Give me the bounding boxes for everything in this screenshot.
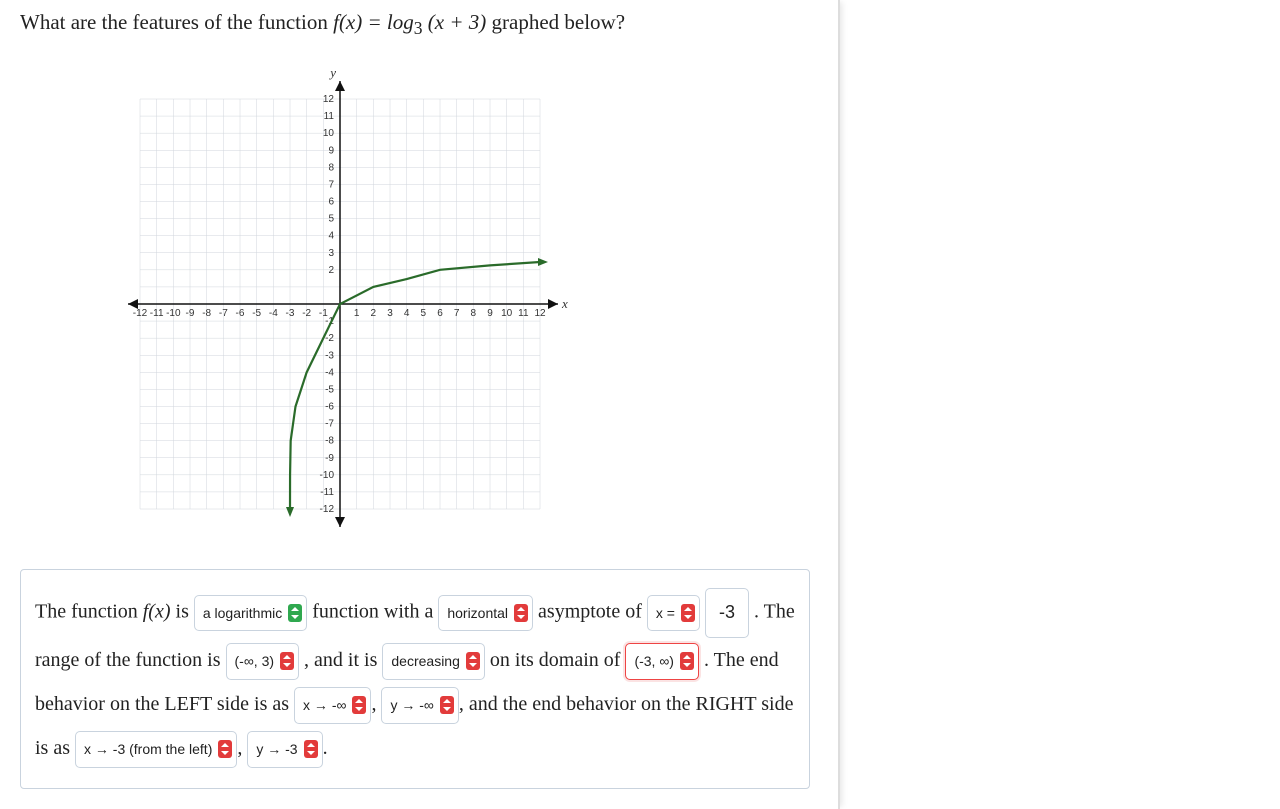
svg-text:12: 12 (534, 308, 546, 319)
svg-text:8: 8 (328, 163, 334, 174)
answer-box: The function f(x) is a logarithmic funct… (20, 569, 810, 789)
select-domain[interactable]: (-3, ∞) (625, 643, 699, 680)
select-function-type[interactable]: a logarithmic (194, 595, 307, 632)
ans-t3d: , (237, 737, 247, 759)
select-range[interactable]: (-∞, 3) (226, 643, 300, 680)
ans-t3e: . (323, 737, 328, 759)
stepper-icon[interactable] (218, 740, 232, 758)
stepper-icon[interactable] (440, 696, 454, 714)
ans-t2c: on its domain of (490, 649, 626, 671)
stepper-icon[interactable] (514, 604, 528, 622)
q-fn-lhs: f(x) = log (333, 10, 414, 34)
svg-text:12: 12 (323, 94, 335, 105)
select-left-x[interactable]: x → -∞ (294, 687, 371, 724)
select-value: x → -∞ (303, 690, 346, 721)
select-value: x → -3 (from the left) (84, 734, 212, 765)
ans-t1b: is (171, 601, 194, 623)
select-value: (-3, ∞) (634, 646, 674, 677)
svg-text:3: 3 (387, 308, 393, 319)
ans-t2b: , and it is (304, 649, 382, 671)
svg-text:5: 5 (421, 308, 427, 319)
svg-text:5: 5 (328, 214, 334, 225)
graph: -12-11-10-9-8-7-6-5-4-3-2-11234567891011… (110, 69, 818, 539)
select-left-y[interactable]: y → -∞ (381, 687, 458, 724)
select-asymptote-eq[interactable]: x = (647, 595, 700, 632)
select-right-y[interactable]: y → -3 (247, 731, 322, 768)
svg-text:11: 11 (518, 308, 529, 319)
page: What are the features of the function f(… (0, 0, 840, 809)
select-value: a logarithmic (203, 598, 282, 629)
svg-text:-4: -4 (269, 308, 278, 319)
question-text: What are the features of the function f(… (20, 10, 818, 39)
svg-text:-5: -5 (252, 308, 261, 319)
select-value: decreasing (391, 646, 460, 677)
stepper-icon[interactable] (288, 604, 302, 622)
svg-text:-12: -12 (133, 308, 148, 319)
svg-text:9: 9 (328, 145, 334, 156)
svg-text:-2: -2 (325, 333, 334, 344)
svg-text:-8: -8 (325, 436, 334, 447)
stepper-icon[interactable] (304, 740, 318, 758)
svg-text:2: 2 (328, 265, 334, 276)
svg-text:11: 11 (324, 111, 335, 122)
stepper-icon[interactable] (680, 652, 694, 670)
stepper-icon[interactable] (681, 604, 695, 622)
select-value: horizontal (447, 598, 508, 629)
svg-text:-9: -9 (325, 453, 334, 464)
svg-text:x: x (561, 296, 568, 311)
ans-t1c: function with a (312, 601, 438, 623)
svg-text:-9: -9 (186, 308, 195, 319)
svg-text:2: 2 (371, 308, 377, 319)
svg-text:3: 3 (328, 248, 334, 259)
q-prefix: What are the features of the function (20, 10, 333, 34)
svg-text:-11: -11 (320, 487, 334, 498)
svg-text:8: 8 (471, 308, 477, 319)
select-monotonicity[interactable]: decreasing (382, 643, 485, 680)
svg-text:6: 6 (437, 308, 443, 319)
svg-text:-10: -10 (166, 308, 181, 319)
q-suffix: graphed below? (486, 10, 625, 34)
select-value: y → -∞ (390, 690, 433, 721)
svg-text:10: 10 (323, 128, 335, 139)
ans-t1d: asymptote of (538, 601, 647, 623)
svg-text:-4: -4 (325, 368, 334, 379)
svg-text:7: 7 (328, 180, 334, 191)
svg-text:-2: -2 (302, 308, 311, 319)
ans-t1a: The function (35, 601, 143, 623)
svg-text:-10: -10 (320, 470, 335, 481)
q-fn-arg: (x + 3) (423, 10, 487, 34)
svg-text:4: 4 (328, 231, 334, 242)
select-value: y → -3 (256, 734, 297, 765)
svg-text:-7: -7 (219, 308, 228, 319)
svg-text:-5: -5 (325, 385, 334, 396)
svg-text:-3: -3 (286, 308, 295, 319)
select-value: x = (656, 598, 675, 629)
svg-text:-8: -8 (202, 308, 211, 319)
select-value: (-∞, 3) (235, 646, 275, 677)
svg-text:-7: -7 (325, 419, 334, 430)
svg-text:-3: -3 (325, 350, 334, 361)
svg-text:10: 10 (501, 308, 513, 319)
svg-text:y: y (328, 69, 336, 80)
input-asymptote-value[interactable]: -3 (705, 588, 749, 638)
svg-text:7: 7 (454, 308, 460, 319)
svg-text:1: 1 (354, 308, 360, 319)
q-fn-base: 3 (414, 18, 423, 38)
svg-text:6: 6 (328, 197, 334, 208)
ans-fn: f(x) (143, 601, 171, 623)
select-right-x[interactable]: x → -3 (from the left) (75, 731, 237, 768)
select-asymptote-type[interactable]: horizontal (438, 595, 533, 632)
svg-text:-6: -6 (325, 402, 334, 413)
svg-text:-12: -12 (320, 504, 335, 515)
graph-svg: -12-11-10-9-8-7-6-5-4-3-2-11234567891011… (110, 69, 570, 539)
svg-text:4: 4 (404, 308, 410, 319)
svg-text:9: 9 (487, 308, 493, 319)
stepper-icon[interactable] (280, 652, 294, 670)
svg-text:-6: -6 (236, 308, 245, 319)
stepper-icon[interactable] (466, 652, 480, 670)
svg-text:-11: -11 (150, 308, 164, 319)
stepper-icon[interactable] (352, 696, 366, 714)
ans-t3b: , (371, 693, 381, 715)
